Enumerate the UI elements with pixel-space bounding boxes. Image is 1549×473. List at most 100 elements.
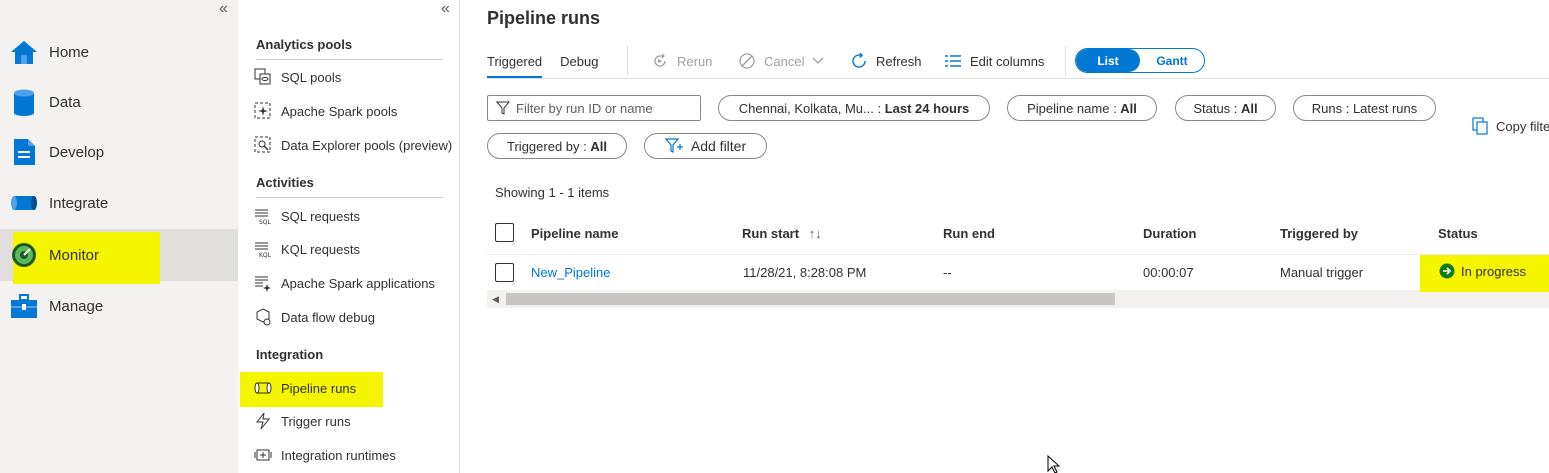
nav-item-label: Monitor: [49, 246, 100, 264]
pill-key: Pipeline name: [1027, 100, 1110, 116]
pipeline-name-link[interactable]: New_Pipeline: [531, 265, 611, 280]
run-start-cell: 11/28/21, 8:28:08 PM: [743, 265, 867, 280]
pill-sep: :: [1342, 100, 1353, 116]
subnav-item-pipeline-runs[interactable]: Pipeline runs: [238, 371, 460, 405]
mouse-cursor-icon: [1047, 455, 1061, 473]
page-title: Pipeline runs: [487, 8, 601, 28]
svg-text:KQL: KQL: [259, 252, 272, 258]
subnav-item-kql-requests[interactable]: KQL KQL requests: [238, 232, 460, 266]
runs-filter-pill[interactable]: Runs : Latest runs: [1293, 95, 1436, 121]
add-filter-label: Add filter: [690, 138, 747, 154]
scroll-left-icon[interactable]: ◀: [492, 294, 499, 305]
nav-item-label: Develop: [49, 143, 105, 161]
nav-item-monitor-content[interactable]: Monitor: [0, 230, 238, 280]
subnav-item-trigger-runs[interactable]: Trigger runs: [238, 404, 460, 438]
cancel-label: Cancel: [764, 53, 805, 69]
subnav-item-data-explorer-pools[interactable]: Data Explorer pools (preview): [238, 128, 460, 162]
rerun-icon: [651, 52, 669, 70]
divider: [256, 197, 443, 198]
subnav-item-label: Pipeline runs: [281, 380, 357, 396]
column-header-triggered-by[interactable]: Triggered by: [1280, 226, 1358, 241]
horizontal-scrollbar[interactable]: ◀: [487, 290, 1549, 308]
pill-sep: :: [873, 100, 885, 116]
refresh-icon: [850, 52, 868, 70]
database-icon: [10, 88, 38, 116]
section-title: Integration: [256, 347, 324, 362]
toolbar-divider: [1065, 46, 1066, 76]
refresh-button[interactable]: Refresh: [850, 50, 922, 72]
sort-icon[interactable]: ↑↓: [809, 226, 822, 241]
gantt-view-button[interactable]: Gantt: [1140, 49, 1204, 72]
nav-item-label: Data: [49, 93, 81, 111]
tab-triggered[interactable]: Triggered: [487, 48, 543, 78]
subnav-item-label: Apache Spark pools: [281, 103, 398, 119]
pill-sep: :: [1230, 100, 1242, 116]
nav-item-manage[interactable]: Manage: [0, 281, 238, 331]
column-header-pipeline-name[interactable]: Pipeline name: [531, 226, 618, 241]
toolbar-divider-line: [487, 78, 1549, 79]
nav-item-label: Integrate: [49, 194, 109, 212]
pill-value: Last 24 hours: [884, 100, 970, 116]
edit-columns-label: Edit columns: [970, 53, 1045, 69]
section-title: Activities: [256, 175, 314, 190]
column-header-run-end[interactable]: Run end: [943, 226, 995, 241]
nav-item-integrate[interactable]: Integrate: [0, 178, 238, 228]
status-filter-pill[interactable]: Status : All: [1175, 95, 1276, 121]
filter-input[interactable]: [516, 100, 696, 116]
main-content: Pipeline runs Triggered Debug Rerun Canc…: [461, 0, 1549, 473]
nav-item-data[interactable]: Data: [0, 77, 238, 127]
items-count: Showing 1 - 1 items: [495, 185, 610, 200]
nav-item-label: Manage: [49, 297, 104, 315]
rerun-button[interactable]: Rerun: [651, 50, 712, 72]
scrollbar-thumb[interactable]: [506, 293, 1115, 305]
refresh-label: Refresh: [876, 53, 922, 69]
cancel-button[interactable]: Cancel: [738, 50, 824, 72]
column-header-status[interactable]: Status: [1438, 226, 1478, 241]
row-checkbox[interactable]: [495, 263, 514, 282]
pill-value: All: [1241, 100, 1258, 116]
copy-icon: [1472, 117, 1488, 135]
svg-text:SQL: SQL: [259, 219, 272, 225]
tab-debug[interactable]: Debug: [560, 48, 598, 78]
pipeline-name-filter-pill[interactable]: Pipeline name : All: [1007, 95, 1157, 121]
pill-key: Runs: [1311, 100, 1343, 116]
edit-columns-button[interactable]: Edit columns: [944, 50, 1044, 72]
in-progress-icon: [1439, 263, 1455, 279]
subnav-item-spark-pools[interactable]: Apache Spark pools: [238, 94, 460, 128]
copy-filter-button[interactable]: Copy filte: [1472, 117, 1549, 135]
add-filter-icon: [664, 138, 683, 154]
home-icon: [10, 38, 38, 66]
timerange-filter-pill[interactable]: Chennai, Kolkata, Mu... : Last 24 hours: [718, 95, 990, 121]
column-header-run-start[interactable]: Run start ↑↓: [742, 226, 822, 241]
collapse-subnav-icon[interactable]: «: [441, 0, 450, 18]
chevron-down-icon: [812, 57, 824, 65]
monitor-subnav: « Analytics pools SQL pools Apache Spark…: [238, 0, 460, 473]
add-filter-button[interactable]: Add filter: [644, 133, 767, 159]
collapse-nav-icon[interactable]: «: [219, 0, 228, 18]
subnav-item-sql-requests[interactable]: SQL SQL requests: [238, 199, 460, 233]
subnav-item-sql-pools[interactable]: SQL pools: [238, 60, 460, 94]
subnav-item-label: KQL requests: [281, 241, 361, 257]
data-flow-debug-icon: [254, 308, 272, 326]
subnav-item-label: Integration runtimes: [281, 447, 396, 463]
column-header-duration[interactable]: Duration: [1143, 226, 1196, 241]
header-divider: [487, 254, 1549, 255]
pill-value: Latest runs: [1352, 100, 1418, 116]
list-view-button[interactable]: List: [1076, 49, 1140, 72]
cancel-icon: [738, 52, 756, 70]
pill-key: Status: [1193, 100, 1231, 116]
triggered-by-filter-pill[interactable]: Triggered by : All: [487, 133, 627, 159]
status-cell: In progress: [1439, 263, 1526, 279]
subnav-item-data-flow-debug[interactable]: Data flow debug: [238, 300, 460, 334]
view-toggle: List Gantt: [1075, 48, 1205, 73]
subnav-item-label: SQL requests: [281, 208, 361, 224]
nav-item-develop[interactable]: Develop: [0, 127, 238, 177]
left-nav: « Home Data Develop Integrate Monitor Ma…: [0, 0, 238, 473]
tab-bar: Triggered Debug: [487, 48, 616, 78]
subnav-item-integration-runtimes[interactable]: Integration runtimes: [238, 438, 460, 472]
section-title: Analytics pools: [256, 37, 353, 52]
subnav-item-spark-applications[interactable]: Apache Spark applications: [238, 266, 460, 300]
rerun-label: Rerun: [677, 53, 713, 69]
nav-item-home[interactable]: Home: [0, 27, 238, 77]
select-all-checkbox[interactable]: [495, 223, 514, 242]
